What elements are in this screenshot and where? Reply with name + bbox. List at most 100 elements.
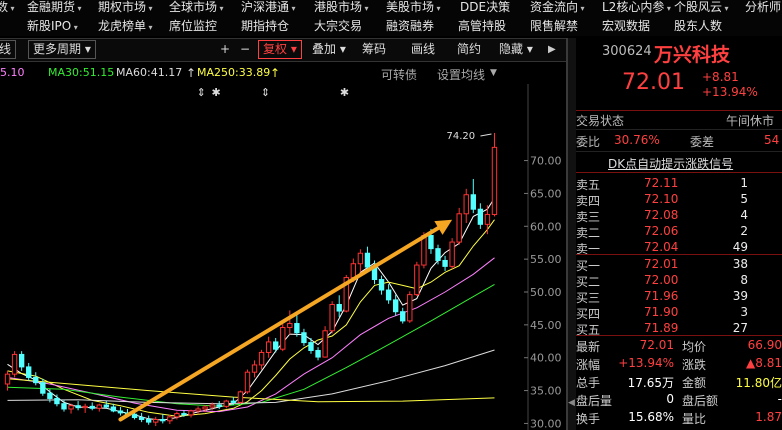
menu-item-l2[interactable]: L2核心内参 — [602, 0, 671, 15]
candle-body — [117, 410, 124, 414]
adjust-dropdown[interactable]: 复权 ▾ — [258, 40, 302, 59]
y-tick-label: 35.00 — [530, 385, 562, 398]
bid-price: 71.96 — [644, 289, 679, 303]
candle-body — [131, 413, 138, 419]
draw-line-button[interactable]: 画线 — [411, 41, 435, 58]
menu-item[interactable]: 数 — [0, 0, 15, 15]
candle-body — [400, 311, 406, 322]
stats-row: 盘后量 0 盘后额 - — [576, 392, 782, 410]
side-scroll-strip[interactable]: ◀ — [568, 38, 576, 430]
simple-button[interactable]: 简约 — [457, 41, 481, 58]
collapse-arrow-icon[interactable]: ◀ — [568, 398, 575, 408]
menu-item-global[interactable]: 全球市场 — [169, 0, 224, 15]
overlay-dropdown[interactable]: 叠加 ▾ — [312, 41, 346, 58]
menu-item-flow[interactable]: 资金流向 — [530, 0, 585, 15]
bid-row[interactable]: 买二 72.00 8 — [576, 273, 782, 289]
bid-volume: 8 — [740, 273, 748, 287]
zoom-out-button[interactable]: − — [240, 41, 250, 58]
chips-button[interactable]: 筹码 — [362, 41, 386, 58]
stats-row: 总手 17.65万 金额 11.80亿 — [576, 374, 782, 392]
candle-body — [181, 413, 187, 416]
bid-volume: 27 — [732, 321, 748, 335]
ask-level-label: 卖二 — [576, 226, 601, 240]
divider — [576, 254, 782, 255]
menu-item-exec[interactable]: 高管持股 — [458, 17, 506, 34]
period-button[interactable]: 线 — [0, 40, 17, 59]
zoom-in-button[interactable]: + — [220, 41, 230, 58]
ask-volume: 2 — [740, 224, 748, 238]
event-marker-icon: ✱ — [211, 86, 220, 99]
ask-price: 72.08 — [644, 208, 679, 222]
menu-item-ipo[interactable]: 新股IPO — [27, 17, 78, 34]
menu-item-holders[interactable]: 股东人数 — [674, 17, 722, 34]
hide-label: 隐藏 — [499, 42, 524, 56]
collapse-arrow-icon[interactable]: ▶ — [548, 41, 556, 58]
ma-value: 5.10 — [0, 66, 25, 79]
candle-body — [223, 400, 229, 407]
candle-body — [4, 373, 11, 385]
price-change: +8.81 — [702, 70, 739, 84]
candle-body — [456, 213, 462, 243]
more-periods-dropdown[interactable]: 更多周期 ▾ — [28, 40, 96, 59]
stats-row: 换手 15.68% 量比 1.87 — [576, 410, 782, 428]
ask-row[interactable]: 卖五 72.11 1 — [576, 176, 782, 192]
divider — [576, 172, 782, 173]
stat-value: 66.90 — [747, 338, 782, 352]
menu-item-analyst[interactable]: 分析师 — [745, 0, 781, 15]
menu-item-futures[interactable]: 金融期货 — [27, 0, 82, 15]
candle-body — [188, 410, 194, 416]
ask-row[interactable]: 卖三 72.08 4 — [576, 208, 782, 224]
ma-line-ma30 — [7, 283, 495, 407]
dk-signal-link[interactable]: DK点自动提示涨跌信号 — [608, 155, 733, 172]
menu-item-connect[interactable]: 沪深港通 — [241, 0, 296, 15]
menu-item-unlock[interactable]: 限售解禁 — [530, 17, 578, 34]
candle-body — [89, 405, 95, 409]
candle-body — [237, 391, 244, 403]
ask-row[interactable]: 卖二 72.06 2 — [576, 224, 782, 240]
divider — [576, 110, 782, 111]
ma250-value: MA250:33.89 — [197, 66, 271, 79]
bid-row[interactable]: 买三 71.96 39 — [576, 289, 782, 305]
candle-body — [308, 342, 314, 351]
menu-item-options[interactable]: 期权市场 — [98, 0, 153, 15]
ask-volume: 1 — [740, 176, 748, 190]
ask-price: 72.06 — [644, 224, 679, 238]
menu-item-seat[interactable]: 席位监控 — [169, 17, 217, 34]
menu-item-hk[interactable]: 港股市场 — [314, 0, 369, 15]
bid-volume: 38 — [732, 257, 748, 271]
menu-item-dragon-tiger[interactable]: 龙虎榜单 — [98, 17, 153, 34]
stock-code: 300624 — [602, 44, 652, 59]
ma-settings-button[interactable]: 设置均线 — [437, 66, 485, 83]
stat-value: 15.68% — [628, 410, 674, 424]
event-marker-icon: ⇕ — [261, 86, 270, 99]
menu-item-macro[interactable]: 宏观数据 — [602, 17, 650, 34]
convertible-bond-link[interactable]: 可转债 — [381, 66, 417, 83]
menu-item-stock-news[interactable]: 个股风云 — [674, 0, 729, 15]
menu-item-block-trade[interactable]: 大宗交易 — [314, 17, 362, 34]
stat-value: +13.94% — [618, 356, 674, 370]
candle-body — [47, 392, 53, 399]
hide-dropdown[interactable]: 隐藏 ▾ — [499, 41, 533, 58]
arrow-up-icon: ↑ — [270, 66, 281, 80]
bid-row[interactable]: 买四 71.90 3 — [576, 305, 782, 321]
adjust-label: 复权 — [263, 42, 288, 56]
menu-item-dde[interactable]: DDE决策 — [460, 0, 510, 15]
candle-body — [477, 208, 484, 225]
stats-row: 最新 72.01 均价 66.90 — [576, 338, 782, 356]
menu-item-margin[interactable]: 融资融券 — [386, 17, 434, 34]
divider — [576, 151, 782, 152]
last-price: 72.01 — [622, 70, 685, 95]
ask-price: 72.10 — [644, 192, 679, 206]
y-tick-label: 50.00 — [530, 286, 562, 299]
bid-row[interactable]: 买一 72.01 38 — [576, 257, 782, 273]
ask-row[interactable]: 卖四 72.10 5 — [576, 192, 782, 208]
candle-body — [378, 279, 385, 291]
menu-item-index-futures[interactable]: 期指持仓 — [241, 17, 289, 34]
chevron-down-icon[interactable]: ▼ — [490, 68, 497, 78]
candle-body — [167, 416, 173, 422]
ma-line-ma20 — [7, 257, 495, 413]
y-tick-label: 70.00 — [530, 155, 562, 168]
menu-item-us[interactable]: 美股市场 — [386, 0, 441, 15]
candlestick-chart[interactable]: 70.00 65.00 60.00 55.00 50.00 45.00 40.00 35.00… — [0, 84, 566, 430]
candle-body — [435, 248, 441, 261]
